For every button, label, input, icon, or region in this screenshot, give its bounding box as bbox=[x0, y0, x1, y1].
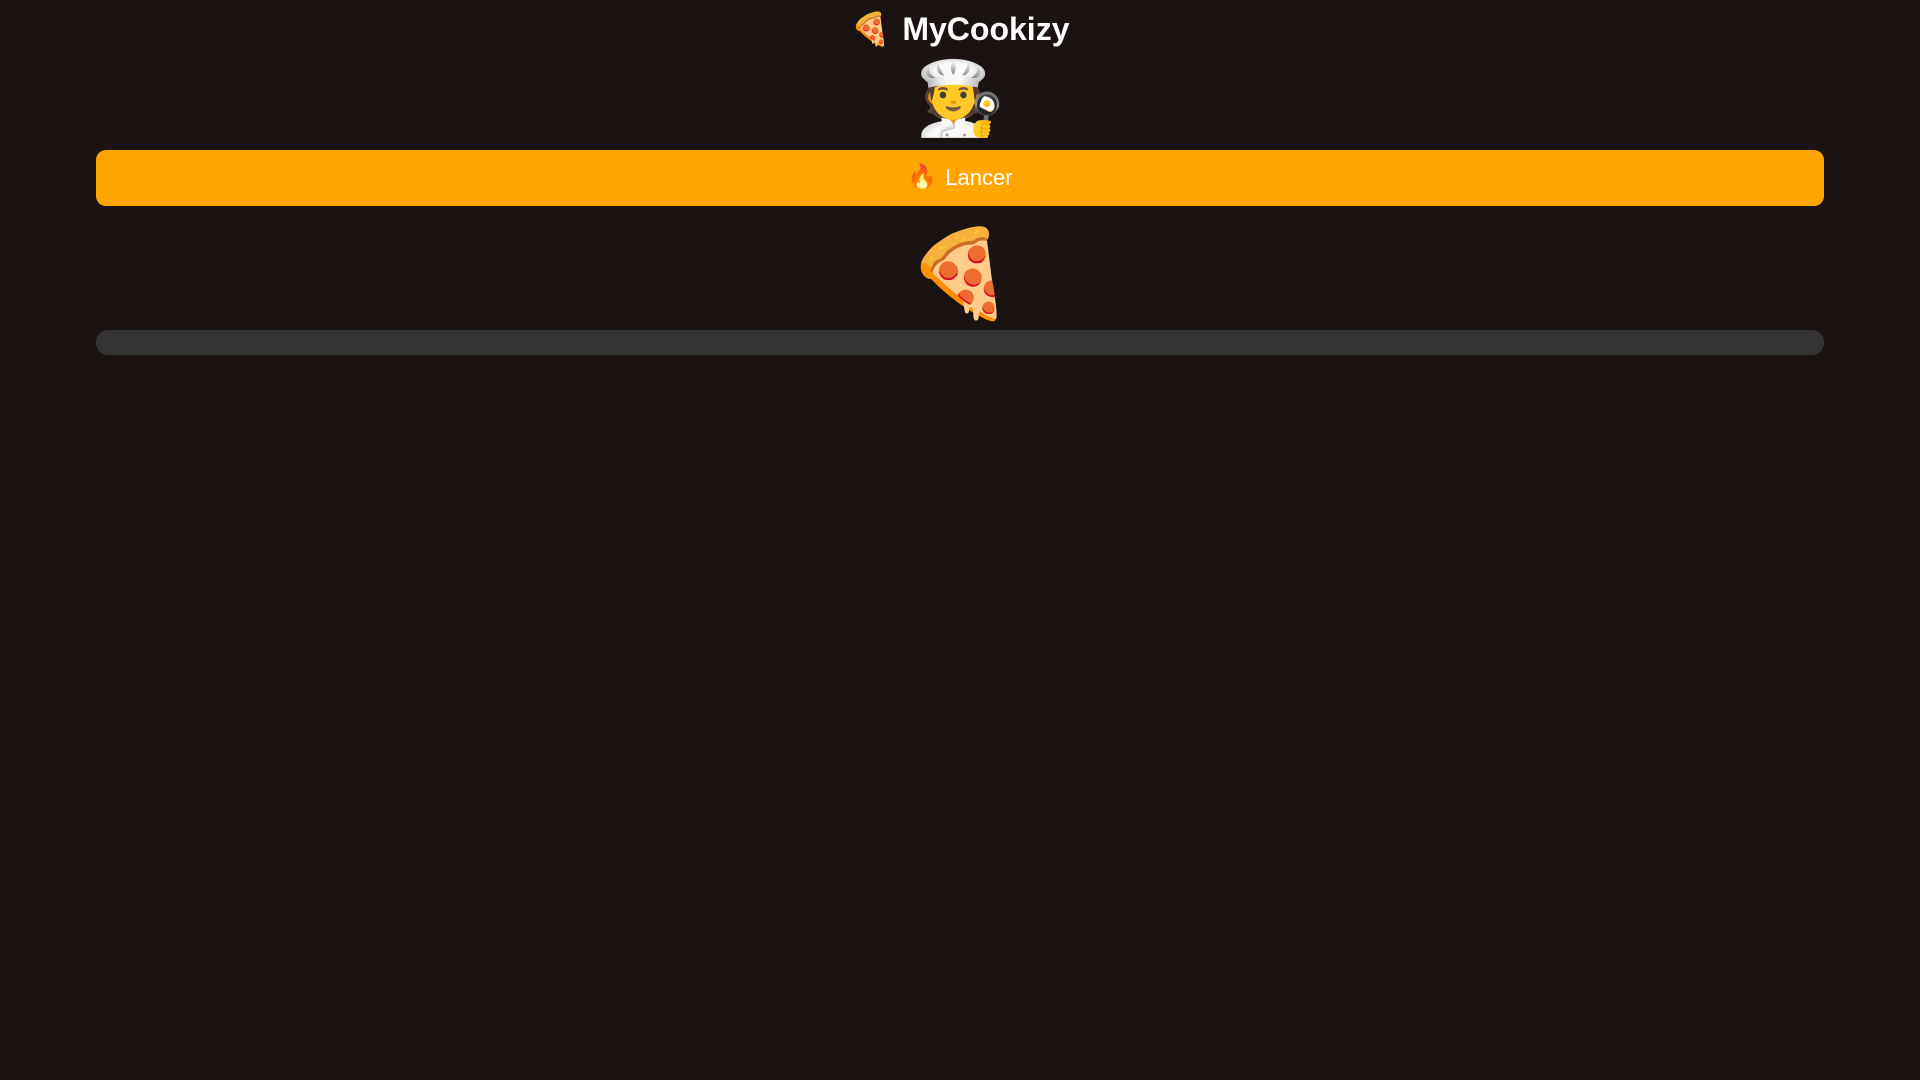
chef-icon: 🧑‍🍳 bbox=[915, 59, 1005, 139]
launch-button[interactable]: 🔥 Lancer bbox=[96, 150, 1824, 206]
pizza-icon: 🍕 bbox=[850, 11, 891, 47]
launch-button-label: Lancer bbox=[945, 165, 1013, 190]
app-window: 🍕 MyCookizy 🧑‍🍳 🔥 Lancer 🍕 bbox=[0, 0, 1920, 1080]
page-title: MyCookizy bbox=[902, 11, 1070, 47]
pizza-icon: 🍕 bbox=[906, 226, 1014, 322]
fire-icon: 🔥 bbox=[907, 164, 938, 191]
header: 🍕 MyCookizy bbox=[0, 0, 1920, 58]
progress-bar bbox=[96, 330, 1824, 355]
